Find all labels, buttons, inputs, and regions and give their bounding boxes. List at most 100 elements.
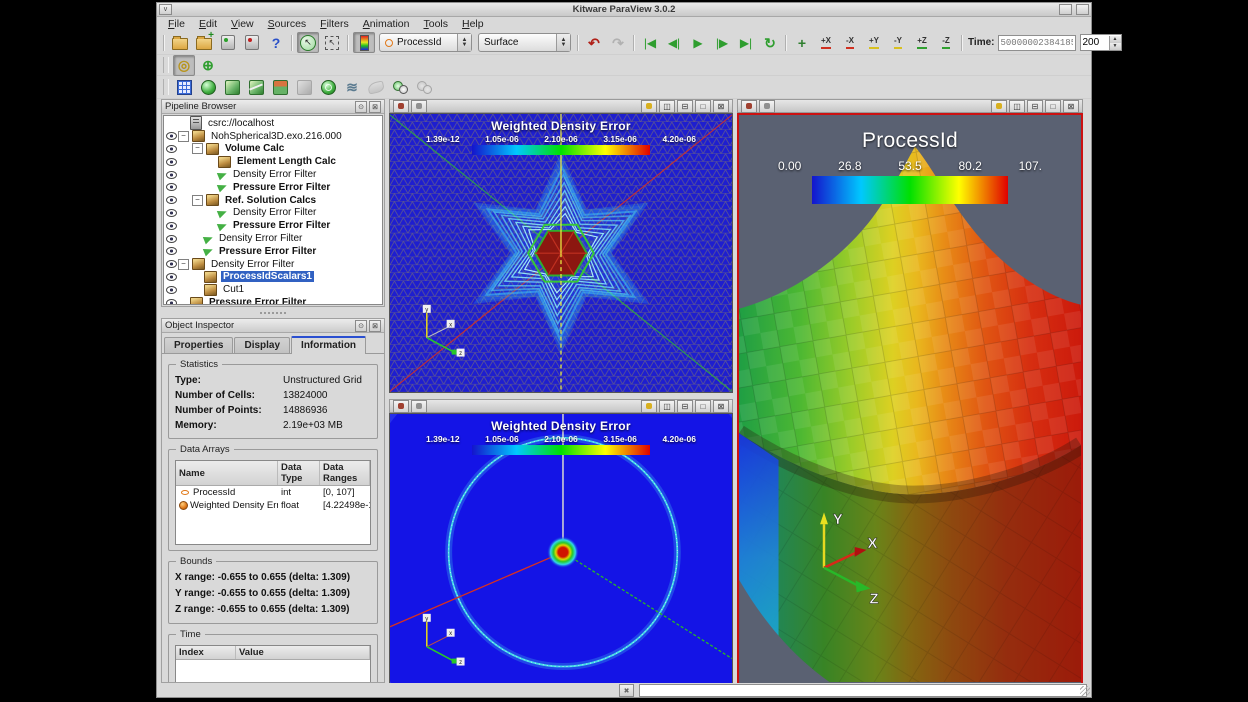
pipeline-item-pressure-error-filter[interactable]: Pressure Error Filter <box>164 245 382 258</box>
redo-button[interactable]: ↷ <box>607 32 629 53</box>
visibility-eye-icon[interactable] <box>164 209 178 217</box>
set-view-minus-z-button[interactable]: -Z <box>935 32 957 53</box>
pipeline-item-density-error-filter[interactable]: Density Error Filter <box>164 168 382 181</box>
representation-combo[interactable]: Surface ▲▼ <box>478 33 571 52</box>
column-header[interactable]: Index <box>176 646 236 659</box>
minimize-icon[interactable] <box>1059 4 1072 15</box>
previous-frame-button[interactable]: ◀| <box>663 32 685 53</box>
warp-button[interactable] <box>365 77 387 98</box>
close-button[interactable]: ⊠ <box>713 400 729 413</box>
rubber-band-select-button[interactable]: ↖ <box>321 32 343 53</box>
processid-render[interactable]: Y X Z <box>739 115 1081 682</box>
camera-button[interactable] <box>393 100 409 113</box>
abort-button[interactable]: ✖ <box>619 684 634 697</box>
window-menu-button[interactable]: v <box>159 4 172 15</box>
pipeline-item-element-length-calc[interactable]: Element Length Calc <box>164 155 382 168</box>
pipeline-item-density-error-filter[interactable]: Density Error Filter <box>164 207 382 220</box>
close-button[interactable]: ⊠ <box>1063 100 1079 113</box>
pipeline-item-processidscalars1[interactable]: ProcessIdScalars1 <box>164 271 382 284</box>
pipeline-item-nohspherical3d-exo-216-000[interactable]: −NohSpherical3D.exo.216.000 <box>164 130 382 143</box>
render-view-wireframe[interactable]: ◫⊟□⊠ <box>389 99 733 393</box>
visibility-eye-icon[interactable] <box>164 273 178 281</box>
save-data-button[interactable] <box>193 32 215 53</box>
tab-display[interactable]: Display <box>234 337 290 353</box>
split-horizontal-button[interactable]: ◫ <box>1009 100 1025 113</box>
data-array-row[interactable]: Weighted Density Errorfloat[4.22498e-14,… <box>176 499 370 512</box>
calculator-button[interactable] <box>173 77 195 98</box>
lookmark-button[interactable] <box>641 400 657 413</box>
spin-arrows-icon[interactable]: ▲▼ <box>1109 36 1121 50</box>
menu-filters[interactable]: Filters <box>313 18 356 30</box>
expander-icon[interactable]: − <box>192 143 203 154</box>
glyph-button[interactable] <box>317 77 339 98</box>
pipeline-item-density-error-filter[interactable]: Density Error Filter <box>164 232 382 245</box>
disconnect-server-button[interactable] <box>241 32 263 53</box>
set-view-plus-z-button[interactable]: +Z <box>911 32 933 53</box>
visibility-eye-icon[interactable] <box>164 247 178 255</box>
slice-button[interactable] <box>245 77 267 98</box>
pipeline-item-pressure-error-filter[interactable]: Pressure Error Filter <box>164 296 382 305</box>
column-header[interactable]: Data Type <box>278 461 320 485</box>
pipeline-item-ref-solution-calcs[interactable]: −Ref. Solution Calcs <box>164 194 382 207</box>
maximize-button[interactable]: □ <box>695 100 711 113</box>
render-view-slice[interactable]: ◫⊟□⊠ <box>389 399 733 687</box>
menu-help[interactable]: Help <box>455 18 491 30</box>
stream-tracer-button[interactable]: ≋ <box>341 77 363 98</box>
menu-edit[interactable]: Edit <box>192 18 224 30</box>
edit-color-map-button[interactable] <box>353 32 375 53</box>
data-arrays-table[interactable]: Name Data Type Data Ranges ProcessIdint[… <box>175 460 371 545</box>
lookmark-button[interactable] <box>641 100 657 113</box>
visibility-eye-icon[interactable] <box>164 183 178 191</box>
expander-icon[interactable]: − <box>178 259 189 270</box>
tab-properties[interactable]: Properties <box>164 337 233 353</box>
undock-icon[interactable]: ⊙ <box>355 101 367 113</box>
resize-grip-icon[interactable] <box>1080 686 1090 696</box>
visibility-eye-icon[interactable] <box>164 260 178 268</box>
menu-file[interactable]: File <box>161 18 192 30</box>
threshold-button[interactable] <box>269 77 291 98</box>
frame-spinbox[interactable]: ▲▼ <box>1080 34 1122 51</box>
visibility-eye-icon[interactable] <box>164 222 178 230</box>
show-center-axes-button[interactable]: ◎ <box>173 55 195 76</box>
link-camera-button[interactable] <box>411 100 427 113</box>
pipeline-item-density-error-filter[interactable]: −Density Error Filter <box>164 258 382 271</box>
clip-button[interactable] <box>221 77 243 98</box>
data-array-row[interactable]: ProcessIdint[0, 107] <box>176 486 370 499</box>
split-vertical-button[interactable]: ⊟ <box>1027 100 1043 113</box>
split-vertical-button[interactable]: ⊟ <box>677 400 693 413</box>
contour-button[interactable] <box>197 77 219 98</box>
select-cells-button[interactable]: ↖ <box>297 32 319 53</box>
set-view-minus-y-button[interactable]: -Y <box>887 32 909 53</box>
visibility-eye-icon[interactable] <box>164 286 178 294</box>
undo-button[interactable]: ↶ <box>583 32 605 53</box>
link-camera-button[interactable] <box>411 400 427 413</box>
expander-icon[interactable]: − <box>192 195 203 206</box>
render-view-processid[interactable]: ◫⊟□⊠ <box>737 99 1083 687</box>
visibility-eye-icon[interactable] <box>164 196 178 204</box>
expander-icon[interactable]: − <box>178 131 189 142</box>
next-frame-button[interactable]: |▶ <box>711 32 733 53</box>
group-datasets-button[interactable] <box>389 77 411 98</box>
help-button[interactable]: ? <box>265 32 287 53</box>
dock-splitter[interactable] <box>161 307 385 318</box>
visibility-eye-icon[interactable] <box>164 235 178 243</box>
undock-icon[interactable]: ⊙ <box>355 320 367 332</box>
column-header[interactable]: Name <box>176 461 278 485</box>
pipeline-item-pressure-error-filter[interactable]: Pressure Error Filter <box>164 181 382 194</box>
menu-sources[interactable]: Sources <box>261 18 314 30</box>
slice-render[interactable]: y x z <box>390 414 732 686</box>
loop-button[interactable]: ↻ <box>759 32 781 53</box>
pipeline-item-csrc-localhost[interactable]: csrc://localhost <box>164 117 382 130</box>
column-header[interactable]: Value <box>236 646 370 659</box>
visibility-eye-icon[interactable] <box>164 158 178 166</box>
camera-button[interactable] <box>393 400 409 413</box>
lookmark-button[interactable] <box>991 100 1007 113</box>
pipeline-item-cut1[interactable]: Cut1 <box>164 283 382 296</box>
set-view-minus-x-button[interactable]: -X <box>839 32 861 53</box>
close-panel-icon[interactable]: ⊠ <box>369 101 381 113</box>
first-frame-button[interactable]: |◀ <box>639 32 661 53</box>
close-panel-icon[interactable]: ⊠ <box>369 320 381 332</box>
tab-information[interactable]: Information <box>291 336 366 354</box>
color-by-combo[interactable]: ProcessId ▲▼ <box>379 33 472 52</box>
menu-animation[interactable]: Animation <box>356 18 417 30</box>
